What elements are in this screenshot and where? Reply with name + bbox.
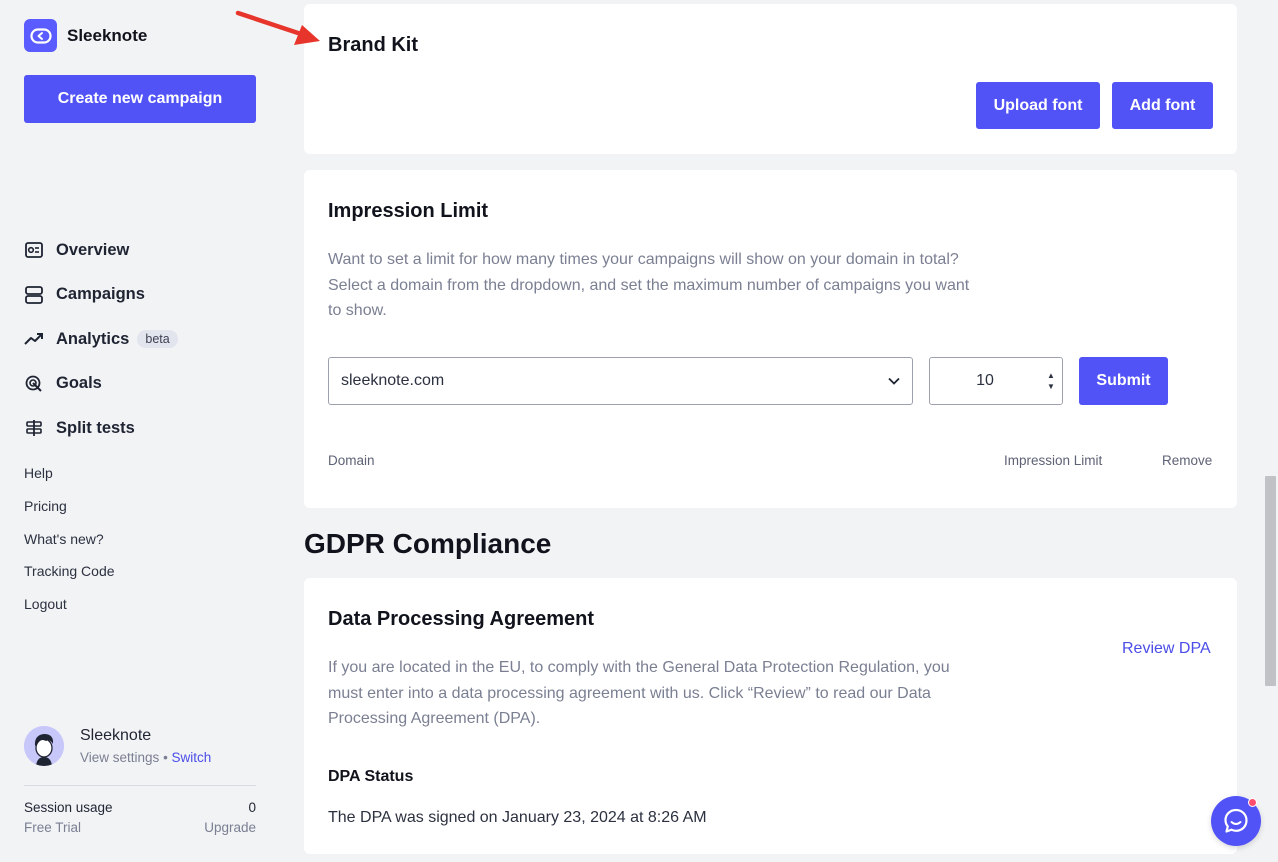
session-usage-label: Session usage [24, 800, 113, 815]
brand[interactable]: Sleeknote [24, 19, 147, 52]
divider [24, 785, 256, 786]
column-header-remove: Remove [1162, 453, 1213, 468]
gdpr-section-title: GDPR Compliance [304, 528, 552, 559]
plan-name: Free Trial [24, 820, 82, 835]
submit-button[interactable]: Submit [1079, 357, 1168, 405]
sidebar-links: Help Pricing What's new? Tracking Code L… [24, 463, 115, 627]
sidebar-item-label: Split tests [56, 418, 135, 437]
help-link[interactable]: Help [24, 463, 115, 496]
session-usage: Session usage 0 Free Trial Upgrade [24, 800, 256, 835]
sidebar-nav: Overview Campaigns Analytics beta Goals [24, 228, 264, 451]
scrollbar-thumb[interactable] [1265, 476, 1276, 686]
domain-select[interactable]: sleeknote.com [328, 357, 913, 405]
impression-limit-title: Impression Limit [328, 200, 489, 222]
profile-name: Sleeknote [80, 727, 152, 744]
sidebar-item-goals[interactable]: Goals [24, 362, 264, 407]
sidebar: Sleeknote Create new campaign Overview C… [0, 0, 280, 862]
number-spinner[interactable]: ▲ ▼ [1040, 370, 1062, 392]
sidebar-item-label: Analytics [56, 329, 130, 348]
logout-link[interactable]: Logout [24, 594, 115, 627]
view-settings-link[interactable]: View settings [80, 750, 159, 765]
brand-kit-title: Brand Kit [328, 34, 418, 56]
scrollbar[interactable] [1262, 0, 1278, 862]
pricing-link[interactable]: Pricing [24, 496, 115, 529]
chevron-down-icon [888, 372, 900, 390]
create-campaign-button[interactable]: Create new campaign [24, 75, 256, 123]
dpa-description: If you are located in the EU, to comply … [328, 659, 950, 727]
spin-up-icon[interactable]: ▲ [1047, 370, 1055, 381]
column-header-impression-limit: Impression Limit [1004, 453, 1103, 468]
session-usage-value: 0 [248, 800, 256, 815]
sidebar-item-split-tests[interactable]: Split tests [24, 406, 264, 451]
analytics-icon [24, 329, 44, 349]
dpa-status-title: DPA Status [328, 768, 414, 785]
impression-limit-card: Impression Limit Want to set a limit for… [304, 170, 1237, 508]
annotation-arrow-icon [235, 10, 320, 45]
sidebar-item-campaigns[interactable]: Campaigns [24, 273, 264, 318]
sidebar-item-label: Campaigns [56, 285, 145, 304]
beta-badge: beta [137, 330, 178, 349]
avatar[interactable] [24, 726, 64, 766]
dpa-card: Data Processing Agreement If you are loc… [304, 578, 1237, 854]
upload-font-button[interactable]: Upload font [976, 82, 1100, 129]
upgrade-link[interactable]: Upgrade [204, 820, 256, 835]
impression-limit-input[interactable]: 10 ▲ ▼ [929, 357, 1063, 405]
column-header-domain: Domain [328, 453, 375, 468]
add-font-button[interactable]: Add font [1112, 82, 1213, 129]
split-tests-icon [24, 418, 44, 438]
chat-button[interactable] [1211, 796, 1261, 846]
separator-dot: • [163, 750, 172, 765]
impression-limit-value: 10 [976, 372, 994, 389]
spin-down-icon[interactable]: ▼ [1047, 381, 1055, 392]
tracking-code-link[interactable]: Tracking Code [24, 561, 115, 594]
brand-name: Sleeknote [67, 25, 148, 45]
goals-icon [24, 374, 44, 394]
whats-new-link[interactable]: What's new? [24, 529, 115, 562]
sleeknote-logo-icon [24, 19, 57, 52]
sidebar-item-label: Goals [56, 374, 102, 393]
brand-kit-card: Brand Kit Upload font Add font [304, 4, 1237, 154]
dpa-title: Data Processing Agreement [328, 608, 595, 630]
sidebar-item-overview[interactable]: Overview [24, 228, 264, 273]
domain-select-value: sleeknote.com [341, 372, 445, 389]
campaigns-icon [24, 285, 44, 305]
profile: Sleeknote View settings • Switch [24, 726, 211, 766]
impression-limit-description: Want to set a limit for how many times y… [328, 251, 970, 319]
notification-dot [1248, 798, 1257, 807]
sidebar-item-label: Overview [56, 240, 130, 259]
switch-link[interactable]: Switch [172, 750, 212, 765]
dpa-status-text: The DPA was signed on January 23, 2024 a… [328, 809, 707, 826]
overview-icon [24, 240, 44, 260]
sidebar-item-analytics[interactable]: Analytics beta [24, 317, 264, 362]
review-dpa-link[interactable]: Review DPA [1122, 640, 1211, 658]
chat-bubble-icon [1224, 808, 1248, 833]
